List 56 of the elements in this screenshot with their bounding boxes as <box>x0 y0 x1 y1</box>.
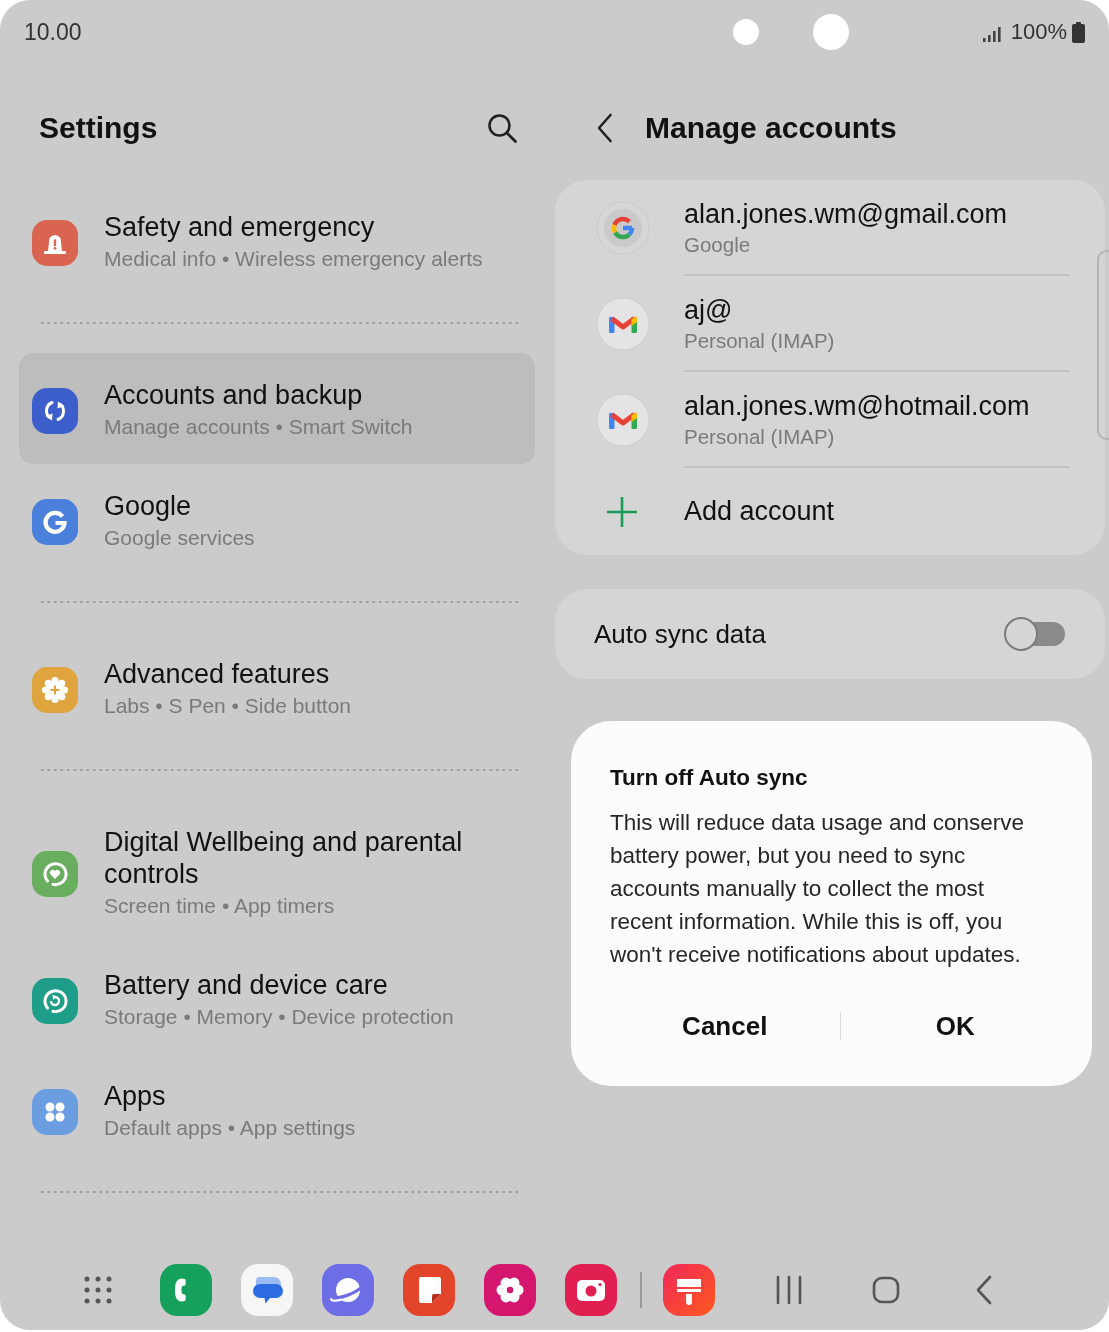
item-subtitle: Default apps • App settings <box>104 1115 356 1141</box>
item-title: Apps <box>104 1080 167 1112</box>
account-email: alan.jones.wm@hotmail.com <box>684 391 1031 421</box>
account-type: Personal (IMAP) <box>684 424 836 450</box>
auto-sync-label: Auto sync data <box>594 618 766 650</box>
dialog-message: This will reduce data usage and conserve battery power, but you need to sync accounts manually to collect the most recent information. While this is off, you won't receive notifications about updates. <box>610 809 1025 969</box>
item-title: Digital Wellbeing and parental controls <box>104 826 464 890</box>
account-email: alan.jones.wm@gmail.com <box>684 199 1009 229</box>
letter-m-icon <box>596 393 650 447</box>
page-title: Settings <box>39 110 158 145</box>
camera-cutout-icon <box>733 19 759 45</box>
settings-item[interactable]: Google Google services <box>19 464 535 575</box>
note-icon[interactable] <box>403 1264 455 1316</box>
status-time: 10.00 <box>24 18 82 46</box>
item-title: Google <box>104 490 193 522</box>
settings-item[interactable]: Accounts and backup Manage accounts • Smart Switch <box>19 353 535 464</box>
item-subtitle: Manage accounts • Smart Switch <box>104 414 413 440</box>
ok-button[interactable]: OK <box>840 996 1070 1056</box>
flower-icon[interactable] <box>484 1264 536 1316</box>
page-title: Manage accounts <box>645 111 897 145</box>
signal-icon <box>982 26 1001 42</box>
item-subtitle: Screen time • App timers <box>104 893 336 919</box>
search-icon[interactable] <box>487 112 517 143</box>
auto-sync-toggle[interactable] <box>1004 617 1065 651</box>
item-subtitle: Medical info • Wireless emergency alerts <box>104 246 483 272</box>
settings-item[interactable]: Digital Wellbeing and parental controls Screen time • App timers <box>19 800 535 943</box>
letter-m-icon <box>596 297 650 351</box>
account-type: Google <box>684 232 752 258</box>
settings-item[interactable]: Advanced features Labs • S Pen • Side button <box>19 632 535 743</box>
chat-bubble-icon[interactable] <box>241 1264 293 1316</box>
battery-icon <box>1072 21 1085 43</box>
settings-item[interactable]: Apps Default apps • App settings <box>19 1054 535 1165</box>
settings-item[interactable]: Safety and emergency Medical info • Wireless emergency alerts <box>19 185 535 296</box>
add-account-button[interactable]: Add account <box>555 468 1105 555</box>
phone-icon[interactable] <box>160 1264 212 1316</box>
settings-item[interactable]: Battery and device care Storage • Memory • Device protection <box>19 943 535 1054</box>
brush-icon[interactable] <box>663 1264 715 1316</box>
dialog-title: Turn off Auto sync <box>610 764 809 792</box>
camera-icon[interactable] <box>565 1264 617 1316</box>
apps-grid-icon[interactable] <box>83 1275 113 1305</box>
cancel-button[interactable]: Cancel <box>610 996 840 1056</box>
camera-cutout-icon <box>813 14 849 50</box>
item-subtitle: Google services <box>104 525 255 551</box>
account-type: Personal (IMAP) <box>684 328 836 354</box>
back-icon[interactable] <box>596 113 613 143</box>
item-title: Safety and emergency <box>104 211 376 243</box>
item-title: Accounts and backup <box>104 379 364 411</box>
planet-icon[interactable] <box>322 1264 374 1316</box>
item-title: Advanced features <box>104 658 331 690</box>
account-email: aj@ <box>684 295 734 325</box>
letter-g-icon <box>596 201 650 255</box>
plus-icon <box>606 495 638 528</box>
item-title: Battery and device care <box>104 969 389 1001</box>
battery-percent: 100% <box>1010 19 1067 45</box>
item-subtitle: Storage • Memory • Device protection <box>104 1004 454 1030</box>
item-subtitle: Labs • S Pen • Side button <box>104 693 352 719</box>
